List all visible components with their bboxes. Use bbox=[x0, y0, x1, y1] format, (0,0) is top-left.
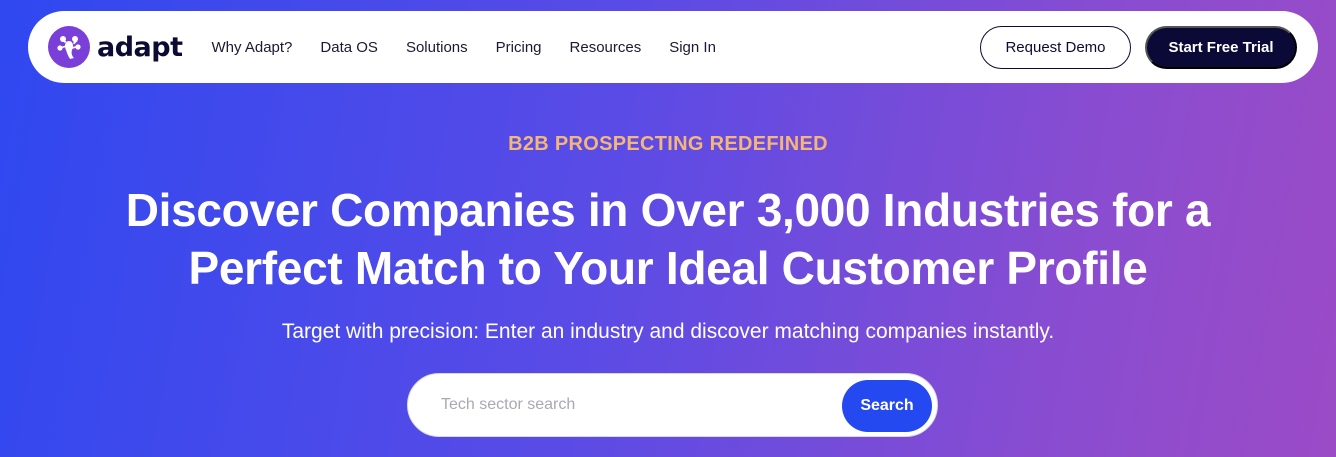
hero-headline: Discover Companies in Over 3,000 Industr… bbox=[0, 181, 1336, 297]
top-navbar: adapt Why Adapt? Data OS Solutions Prici… bbox=[28, 11, 1318, 83]
nav-link-data-os[interactable]: Data OS bbox=[320, 39, 378, 56]
nav-link-solutions[interactable]: Solutions bbox=[406, 39, 468, 56]
adapt-logo-icon bbox=[48, 26, 90, 68]
nav-link-sign-in[interactable]: Sign In bbox=[669, 39, 716, 56]
industry-search-form: Search bbox=[407, 373, 938, 437]
nav-actions: Request Demo Start Free Trial bbox=[980, 26, 1297, 69]
hero-eyebrow: B2B PROSPECTING REDEFINED bbox=[508, 133, 828, 155]
nav-link-why-adapt[interactable]: Why Adapt? bbox=[212, 39, 293, 56]
nav-link-resources[interactable]: Resources bbox=[570, 39, 642, 56]
nav-links: Why Adapt? Data OS Solutions Pricing Res… bbox=[212, 39, 744, 56]
hero-headline-line-1: Discover Companies in Over 3,000 Industr… bbox=[125, 184, 1211, 236]
start-free-trial-button[interactable]: Start Free Trial bbox=[1145, 26, 1297, 69]
hero-subhead: Target with precision: Enter an industry… bbox=[281, 320, 1055, 343]
hero-headline-line-2: Perfect Match to Your Ideal Customer Pro… bbox=[188, 242, 1148, 294]
search-button[interactable]: Search bbox=[842, 380, 932, 432]
brand-name: adapt bbox=[97, 31, 183, 63]
nav-link-pricing[interactable]: Pricing bbox=[496, 39, 542, 56]
request-demo-button[interactable]: Request Demo bbox=[980, 26, 1131, 69]
industry-search-input[interactable] bbox=[441, 396, 821, 414]
brand-logo[interactable]: adapt bbox=[48, 26, 183, 68]
